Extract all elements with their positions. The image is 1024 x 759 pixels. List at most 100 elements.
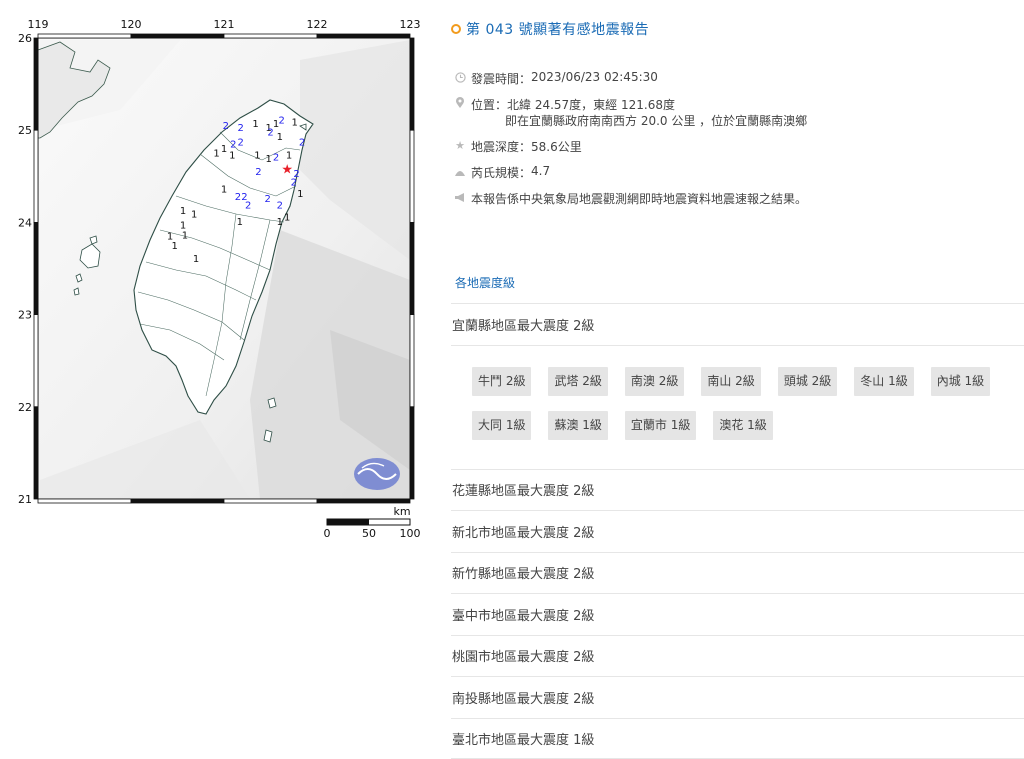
note-row: 本報告係中央氣象局地震觀測網即時地震資料地震速報之結果。 — [451, 190, 1024, 216]
area-row-yilan[interactable]: 宜蘭縣地區最大震度 2級 — [451, 303, 1024, 345]
pin-icon — [451, 96, 469, 110]
report-title-row: 第 043 號顯著有感地震報告 — [451, 19, 649, 39]
station-intensity-1: 1 — [180, 206, 186, 217]
depth-row: ★ 地震深度： 58.6公里 — [451, 138, 1024, 164]
town-badge: 南澳 2級 — [624, 366, 685, 396]
graticule-bar-right — [409, 314, 415, 408]
graticule-bar-right — [409, 129, 415, 223]
station-intensity-1: 1 — [291, 117, 297, 128]
station-intensity-1: 1 — [277, 217, 283, 228]
station-intensity-2: 2 — [255, 167, 261, 178]
longitude-label: 121 — [214, 18, 235, 31]
station-intensity-1: 1 — [229, 151, 235, 162]
station-intensity-1: 1 — [252, 119, 258, 130]
station-intensity-1: 1 — [284, 212, 290, 223]
station-intensity-2: 2 — [265, 194, 271, 205]
station-intensity-2: 2 — [273, 152, 279, 163]
town-badge: 大同 1級 — [472, 410, 532, 440]
report-info: 發震時間： 2023/06/23 02:45:30 位置： 北緯 24.57度，… — [451, 70, 1024, 216]
station-intensity-2: 2 — [245, 200, 251, 211]
station-intensity-2: 2 — [291, 177, 297, 188]
station-intensity-1: 1 — [237, 217, 243, 228]
location-value: 北緯 24.57度，東經 121.68度 — [507, 98, 675, 112]
latitude-label: 23 — [18, 309, 32, 322]
circle-bullet-icon — [451, 24, 461, 34]
longitude-label: 123 — [400, 18, 421, 31]
graticule-bar-top — [130, 33, 225, 39]
station-intensity-1: 1 — [277, 132, 283, 143]
depth-label: 地震深度： — [471, 140, 532, 154]
report-note: 本報告係中央氣象局地震觀測網即時地震資料地震速報之結果。 — [471, 192, 808, 206]
scale-label-0: 0 — [324, 527, 331, 540]
graticule-bar-top — [223, 33, 318, 39]
graticule-bar-left — [33, 221, 39, 315]
longitude-label: 120 — [121, 18, 142, 31]
station-intensity-1: 1 — [167, 232, 173, 243]
report-title: 第 043 號顯著有感地震報告 — [466, 22, 650, 38]
station-intensity-1: 1 — [191, 210, 197, 221]
station-intensity-1: 1 — [213, 149, 219, 160]
town-badge: 內城 1級 — [930, 366, 991, 396]
area-row-taichung[interactable]: 臺中市地區最大震度 2級 — [451, 593, 1024, 635]
clock-icon — [451, 70, 469, 84]
station-intensity-2: 2 — [277, 200, 283, 211]
area-intensity-list: 宜蘭縣地區最大震度 2級 牛鬥 2級 武塔 2級 南澳 2級 南山 2級 頭城 … — [451, 303, 1024, 759]
station-intensity-1: 1 — [193, 254, 199, 265]
scale-bar: km 0 50 100 — [324, 505, 421, 540]
longitude-label: 122 — [307, 18, 328, 31]
graticule-bar-bottom — [37, 498, 132, 504]
graticule-bar-left — [33, 406, 39, 500]
intensity-section-title: 各地震度級 — [455, 276, 516, 290]
depth-value: 58.6公里 — [531, 140, 582, 154]
cwb-logo — [354, 458, 400, 490]
town-badge: 宜蘭市 1級 — [624, 410, 697, 440]
intensity-map: 119 120 121 122 123262524232221 2 2 1 1 1 2 12 12 21… — [18, 18, 421, 540]
latitude-label: 26 — [18, 32, 32, 45]
town-badge: 冬山 1級 — [854, 366, 914, 396]
latitude-label: 25 — [18, 124, 32, 137]
town-badge: 武塔 2級 — [548, 366, 608, 396]
latitude-label: 21 — [18, 493, 32, 506]
graticule-bar-right — [409, 221, 415, 315]
station-intensity-2: 2 — [235, 192, 241, 203]
epicenter-star-icon: ★ — [281, 162, 293, 177]
area-row-hsinchu-county[interactable]: 新竹縣地區最大震度 2級 — [451, 551, 1024, 594]
graticule-bar-left — [33, 129, 39, 223]
magnitude-row: 芮氏規模： 4.7 — [451, 164, 1024, 190]
latitude-label: 24 — [18, 216, 32, 229]
area-row-hualien[interactable]: 花蓮縣地區最大震度 2級 — [451, 468, 1024, 511]
waves-icon — [451, 164, 469, 178]
scale-unit: km — [393, 505, 410, 518]
graticule-bar-top — [316, 33, 411, 39]
latitude-label: 22 — [18, 401, 32, 414]
graticule-bar-bottom — [130, 498, 225, 504]
town-badge: 蘇澳 1級 — [548, 410, 608, 440]
graticule-bar-right — [409, 37, 415, 131]
megaphone-icon — [451, 190, 469, 204]
station-intensity-1: 1 — [254, 151, 260, 162]
earthquake-report-panel: 第 043 號顯著有感地震報告 發震時間： 2023/06/23 02:45:3… — [451, 0, 1024, 759]
station-intensity-1: 1 — [297, 189, 303, 200]
graticule-bar-right — [409, 406, 415, 500]
star-icon: ★ — [455, 138, 465, 152]
station-intensity-2: 2 — [278, 115, 284, 126]
graticule-bar-left — [33, 37, 39, 131]
graticule-bar-bottom — [223, 498, 318, 504]
area-row-taipei[interactable]: 臺北市地區最大震度 1級 — [451, 717, 1024, 759]
station-intensity-2: 2 — [223, 121, 229, 132]
longitude-label: 119 — [28, 18, 49, 31]
station-intensity-2: 2 — [299, 138, 305, 149]
area-row-new-taipei[interactable]: 新北市地區最大震度 2級 — [451, 510, 1024, 552]
town-badge: 南山 2級 — [701, 366, 761, 396]
area-row-taoyuan[interactable]: 桃園市地區最大震度 2級 — [451, 634, 1024, 677]
town-badge: 澳花 1級 — [713, 410, 773, 440]
intensity-map-panel: 119 120 121 122 123 26 25 24 23 22 21 221112121221… — [0, 0, 430, 560]
graticule-bar-bottom — [316, 498, 411, 504]
station-intensity-1: 1 — [221, 185, 227, 196]
origin-time-row: 發震時間： 2023/06/23 02:45:30 — [451, 70, 1024, 96]
station-intensity-2: 2 — [238, 138, 244, 149]
area-row-nantou[interactable]: 南投縣地區最大震度 2級 — [451, 676, 1024, 718]
graticule-bar-left — [33, 314, 39, 408]
station-intensity-1: 1 — [286, 151, 292, 162]
magnitude-label: 芮氏規模： — [471, 166, 532, 180]
